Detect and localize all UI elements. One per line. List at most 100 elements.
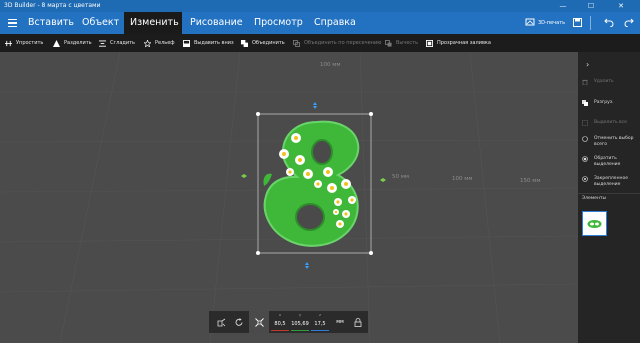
move-y-arrow-icon[interactable] — [305, 262, 309, 269]
smooth-icon — [99, 39, 106, 47]
title-bar: 3D Builder - 8 марта с цветами — ☐ ✕ — [0, 0, 640, 12]
transparent-fill-button[interactable]: Прозрачная заливка — [426, 34, 491, 52]
simplify-button[interactable]: Упростить — [5, 34, 43, 52]
delete-icon — [582, 79, 588, 85]
menu-bar: Вставить Объект Изменить Рисование Просм… — [0, 12, 640, 34]
duplicate-button[interactable]: Разгруз. — [582, 100, 614, 106]
tab-object[interactable]: Объект — [76, 12, 125, 34]
invert-icon — [582, 156, 588, 162]
x-label: x — [278, 313, 282, 317]
hamburger-menu-icon[interactable] — [6, 16, 20, 30]
x-axis-bar — [271, 330, 289, 331]
save-icon[interactable] — [573, 18, 582, 27]
deselect-icon — [582, 136, 588, 142]
minimize-button[interactable]: — — [552, 0, 574, 12]
move-y-arrow-icon[interactable] — [313, 102, 317, 109]
duplicate-icon — [582, 100, 588, 106]
y-axis-bar — [291, 330, 309, 331]
move-x-arrow-icon[interactable] — [380, 178, 386, 182]
delete-label: Удалить — [594, 79, 614, 84]
lock-icon — [354, 317, 362, 327]
scale-button[interactable] — [249, 311, 269, 333]
panel-divider — [578, 193, 640, 194]
delete-button[interactable]: Удалить — [582, 79, 614, 85]
transparent-fill-label: Прозрачная заливка — [437, 40, 491, 46]
sticky-select-icon — [582, 176, 588, 182]
select-all-label: Выделить все — [594, 120, 627, 125]
x-value: 80,5 — [274, 321, 286, 327]
figure-eight-thumbnail — [587, 220, 602, 228]
tab-help[interactable]: Справка — [308, 12, 362, 34]
select-all-button[interactable]: Выделить все — [582, 120, 627, 126]
split-button[interactable]: Разделить — [53, 34, 92, 52]
deselect-all-button[interactable]: Отменить выбор всего — [582, 136, 636, 148]
subtract-icon — [385, 39, 392, 47]
deselect-label: Отменить выбор всего — [594, 136, 634, 147]
split-label: Разделить — [64, 40, 92, 46]
print-icon — [525, 18, 535, 26]
simplify-icon — [5, 40, 12, 46]
merge-icon — [241, 39, 248, 47]
emboss-icon — [144, 39, 151, 47]
simplify-label: Упростить — [16, 40, 44, 46]
maximize-button[interactable]: ☐ — [580, 0, 602, 12]
undo-icon[interactable] — [604, 18, 614, 27]
pivot-button[interactable] — [213, 311, 229, 333]
edit-toolbar: Упростить Разделить Сгладить Рельеф Выда… — [0, 34, 640, 52]
scale-icon — [254, 317, 264, 327]
x-coordinate[interactable]: x 80,5 — [270, 311, 290, 333]
tab-insert[interactable]: Вставить — [22, 12, 80, 34]
split-icon — [53, 39, 60, 47]
y-value: 105,69 — [291, 321, 309, 327]
print-3d-button[interactable]: 3D-печать — [521, 12, 569, 34]
fill-icon — [426, 39, 433, 47]
rotate-button[interactable] — [231, 311, 247, 333]
y-coordinate[interactable]: y 105,69 — [290, 311, 310, 333]
subtract-button[interactable]: Вычесть — [385, 34, 418, 52]
pivot-icon — [217, 318, 225, 326]
merge-label: Объединить — [252, 40, 285, 46]
right-panel: › Удалить Разгруз. Выделить все Отменить… — [578, 52, 640, 343]
z-value: 17,5 — [314, 321, 326, 327]
smooth-button[interactable]: Сгладить — [99, 34, 135, 52]
z-axis-bar — [311, 330, 329, 331]
sticky-selection-button[interactable]: Закрепленное выделение — [582, 176, 636, 188]
elements-title: Элементы — [582, 196, 607, 201]
3d-viewport[interactable]: 100 мм 50 мм 100 мм 150 мм — [0, 52, 578, 343]
move-x-arrow-icon[interactable] — [241, 174, 247, 178]
select-all-icon — [582, 120, 588, 126]
toolbar-divider — [590, 16, 591, 30]
extrude-down-button[interactable]: Выдавить вниз — [183, 34, 234, 52]
intersect-label: Объединить по пересечению — [304, 40, 382, 46]
window-title: 3D Builder - 8 марта с цветами — [4, 2, 101, 9]
invert-label: Обратить выделение — [594, 156, 621, 167]
sticky-select-label: Закрепленное выделение — [594, 176, 628, 187]
unit-selector[interactable]: мм — [332, 311, 348, 333]
rotate-icon — [235, 317, 242, 326]
model-figure-eight[interactable] — [0, 52, 578, 343]
duplicate-label: Разгруз. — [594, 100, 614, 105]
merge-button[interactable]: Объединить — [241, 34, 285, 52]
print-label: 3D-печать — [538, 20, 566, 26]
z-label: z — [319, 313, 321, 317]
intersect-button[interactable]: Объединить по пересечению — [293, 34, 381, 52]
lock-button[interactable] — [350, 311, 366, 333]
invert-selection-button[interactable]: Обратить выделение — [582, 156, 636, 168]
collapse-panel-chevron-icon[interactable]: › — [586, 60, 589, 69]
element-thumbnail[interactable] — [582, 211, 607, 236]
emboss-button[interactable]: Рельеф — [144, 34, 175, 52]
y-label: y — [298, 313, 302, 317]
extrude-down-icon — [183, 39, 190, 47]
z-coordinate[interactable]: z 17,5 — [310, 311, 330, 333]
tab-view[interactable]: Просмотр — [248, 12, 309, 34]
extrude-down-label: Выдавить вниз — [194, 40, 234, 46]
emboss-label: Рельеф — [155, 40, 175, 46]
close-button[interactable]: ✕ — [610, 0, 632, 12]
tab-edit[interactable]: Изменить — [124, 12, 182, 34]
smooth-label: Сгладить — [110, 40, 135, 46]
redo-icon[interactable] — [624, 18, 634, 27]
subtract-label: Вычесть — [396, 40, 419, 46]
tab-paint[interactable]: Рисование — [184, 12, 249, 34]
intersect-icon — [293, 39, 300, 47]
transform-bar: x 80,5 y 105,69 z 17,5 мм — [209, 311, 368, 333]
